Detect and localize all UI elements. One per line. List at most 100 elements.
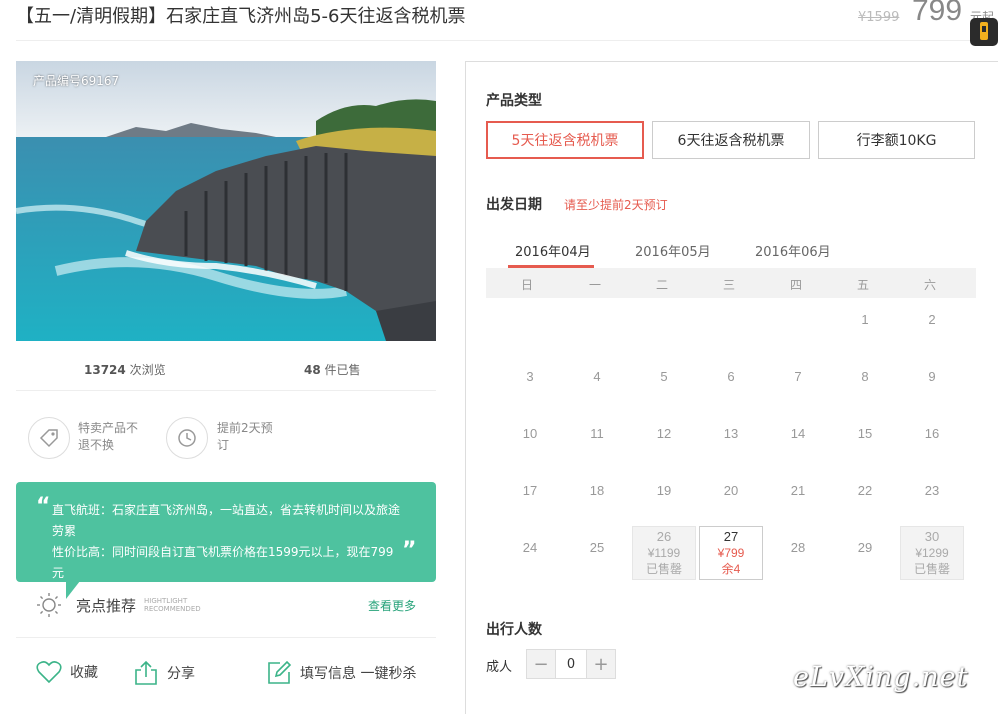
view-count-number: 13724	[84, 363, 126, 377]
quantity-value[interactable]: 0	[555, 650, 587, 678]
adult-quantity-stepper: − 0 +	[526, 649, 616, 679]
day-number: 15	[857, 426, 873, 441]
usb-plugin-icon[interactable]	[970, 18, 998, 46]
travelers-title: 出行人数	[486, 622, 542, 638]
day-number: 29	[857, 540, 873, 555]
feature-book-ahead: 提前2天预 订	[217, 421, 273, 452]
day-number: 14	[790, 426, 806, 441]
sold-count: 48 件已售	[304, 361, 361, 378]
stats-bar: 13724 次浏览 48 件已售	[16, 341, 436, 391]
decrement-button[interactable]: −	[527, 650, 555, 678]
day-number: 16	[924, 426, 940, 441]
day-number: 7	[794, 369, 802, 384]
day-number: 9	[928, 369, 936, 384]
calendar-day: 22	[833, 469, 897, 523]
day-price: ¥1199	[647, 546, 681, 560]
see-more-link[interactable]: 查看更多	[368, 597, 416, 614]
tab-month-apr[interactable]: 2016年04月	[515, 241, 591, 260]
option-baggage-10kg[interactable]: 行李额10KG	[818, 121, 975, 159]
coastline-scene-icon	[16, 61, 436, 341]
tab-month-jun[interactable]: 2016年06月	[755, 241, 831, 260]
option-5day-ticket[interactable]: 5天往返含税机票	[486, 121, 644, 159]
calendar-day: 28	[766, 526, 830, 580]
day-number: 26	[656, 529, 672, 544]
calendar-day: 29	[833, 526, 897, 580]
calendar-day: 2	[900, 298, 964, 352]
favorite-label: 收藏	[70, 665, 98, 681]
increment-button[interactable]: +	[587, 650, 615, 678]
highlight-line-2: 性价比高：同时间段自订直飞机票价格在1599元以上，现在799元	[52, 545, 394, 580]
calendar-day: 10	[498, 412, 562, 466]
calendar-day: 7	[766, 355, 830, 409]
calendar-day: 8	[833, 355, 897, 409]
adult-label: 成人	[486, 660, 513, 675]
day-number: 4	[593, 369, 601, 384]
day-number: 23	[924, 483, 940, 498]
tag-icon	[28, 417, 70, 459]
sale-price: 799	[912, 0, 963, 27]
share-button[interactable]: 分享	[133, 660, 195, 686]
weekday-tue: 二	[655, 278, 668, 292]
fill-info-button[interactable]: 填写信息 一键秒杀	[266, 660, 416, 686]
option-6day-ticket[interactable]: 6天往返含税机票	[652, 121, 810, 159]
calendar-day: 3	[498, 355, 562, 409]
calendar-day: 19	[632, 469, 696, 523]
product-image: 产品编号69167	[16, 61, 436, 341]
feature-list: 特卖产品不 退不换 提前2天预 订	[16, 392, 436, 480]
calendar-day: 14	[766, 412, 830, 466]
day-number: 20	[723, 483, 739, 498]
booking-panel: 产品类型 5天往返含税机票 6天往返含税机票 行李额10KG 出发日期 请至少提…	[465, 61, 998, 714]
day-number: 3	[526, 369, 534, 384]
clock-icon	[166, 417, 208, 459]
departure-date-title: 出发日期	[486, 197, 542, 213]
action-bar: 收藏 分享 填写信息 一键秒杀	[16, 638, 436, 708]
calendar-day: 25	[565, 526, 629, 580]
view-count-label: 次浏览	[129, 363, 166, 377]
weekday-sat: 六	[923, 278, 936, 292]
original-price: ¥1599	[858, 10, 900, 25]
sold-count-label: 件已售	[324, 363, 361, 377]
calendar-day: 23	[900, 469, 964, 523]
calendar-day: 12	[632, 412, 696, 466]
calendar-day: 21	[766, 469, 830, 523]
day-number: 22	[857, 483, 873, 498]
calendar-day-soldout: 30 ¥1299 已售罄	[900, 526, 964, 580]
day-number: 11	[590, 426, 604, 441]
highlight-box: “ 直飞航班：石家庄直飞济州岛，一站直达，省去转机时间以及旅途劳累 性价比高：同…	[16, 482, 436, 582]
day-number: 2	[928, 312, 936, 327]
edit-icon	[268, 660, 292, 684]
share-label: 分享	[167, 666, 195, 682]
sold-count-number: 48	[304, 363, 321, 377]
day-number: 6	[727, 369, 735, 384]
calendar-day: 24	[498, 526, 562, 580]
calendar-day: 6	[699, 355, 763, 409]
day-number: 10	[522, 426, 538, 441]
day-number: 21	[790, 483, 806, 498]
calendar-day: 13	[699, 412, 763, 466]
fill-info-label: 填写信息 一键秒杀	[300, 666, 417, 682]
calendar-day-soldout: 26 ¥1199 已售罄	[632, 526, 696, 580]
day-number: 18	[589, 483, 605, 498]
day-number: 13	[723, 426, 739, 441]
recommend-subtitle: HIGHTLIGHT RECOMMENDED	[144, 597, 201, 613]
calendar-day: 9	[900, 355, 964, 409]
weekday-header: 日 一 二 三 四 五 六	[486, 268, 976, 298]
day-status: 已售罄	[645, 562, 682, 576]
calendar-day-available[interactable]: 27 ¥799 余4	[699, 526, 763, 580]
calendar-day: 15	[833, 412, 897, 466]
calendar-day: 18	[565, 469, 629, 523]
tab-month-may[interactable]: 2016年05月	[635, 241, 711, 260]
day-number: 1	[861, 312, 869, 327]
calendar-day: 17	[498, 469, 562, 523]
day-price: ¥1299	[915, 546, 949, 560]
day-number: 5	[660, 369, 668, 384]
heart-icon	[36, 661, 62, 684]
calendar-day: 20	[699, 469, 763, 523]
recommend-title: 亮点推荐	[76, 597, 137, 615]
site-watermark: eLvXing.net	[793, 662, 969, 693]
highlight-line-1: 直飞航班：石家庄直飞济州岛，一站直达，省去转机时间以及旅途劳累	[52, 503, 401, 538]
quote-open-icon: “	[36, 494, 51, 519]
calendar-day: 16	[900, 412, 964, 466]
favorite-button[interactable]: 收藏	[36, 660, 98, 684]
booking-note: 请至少提前2天预订	[564, 198, 668, 212]
